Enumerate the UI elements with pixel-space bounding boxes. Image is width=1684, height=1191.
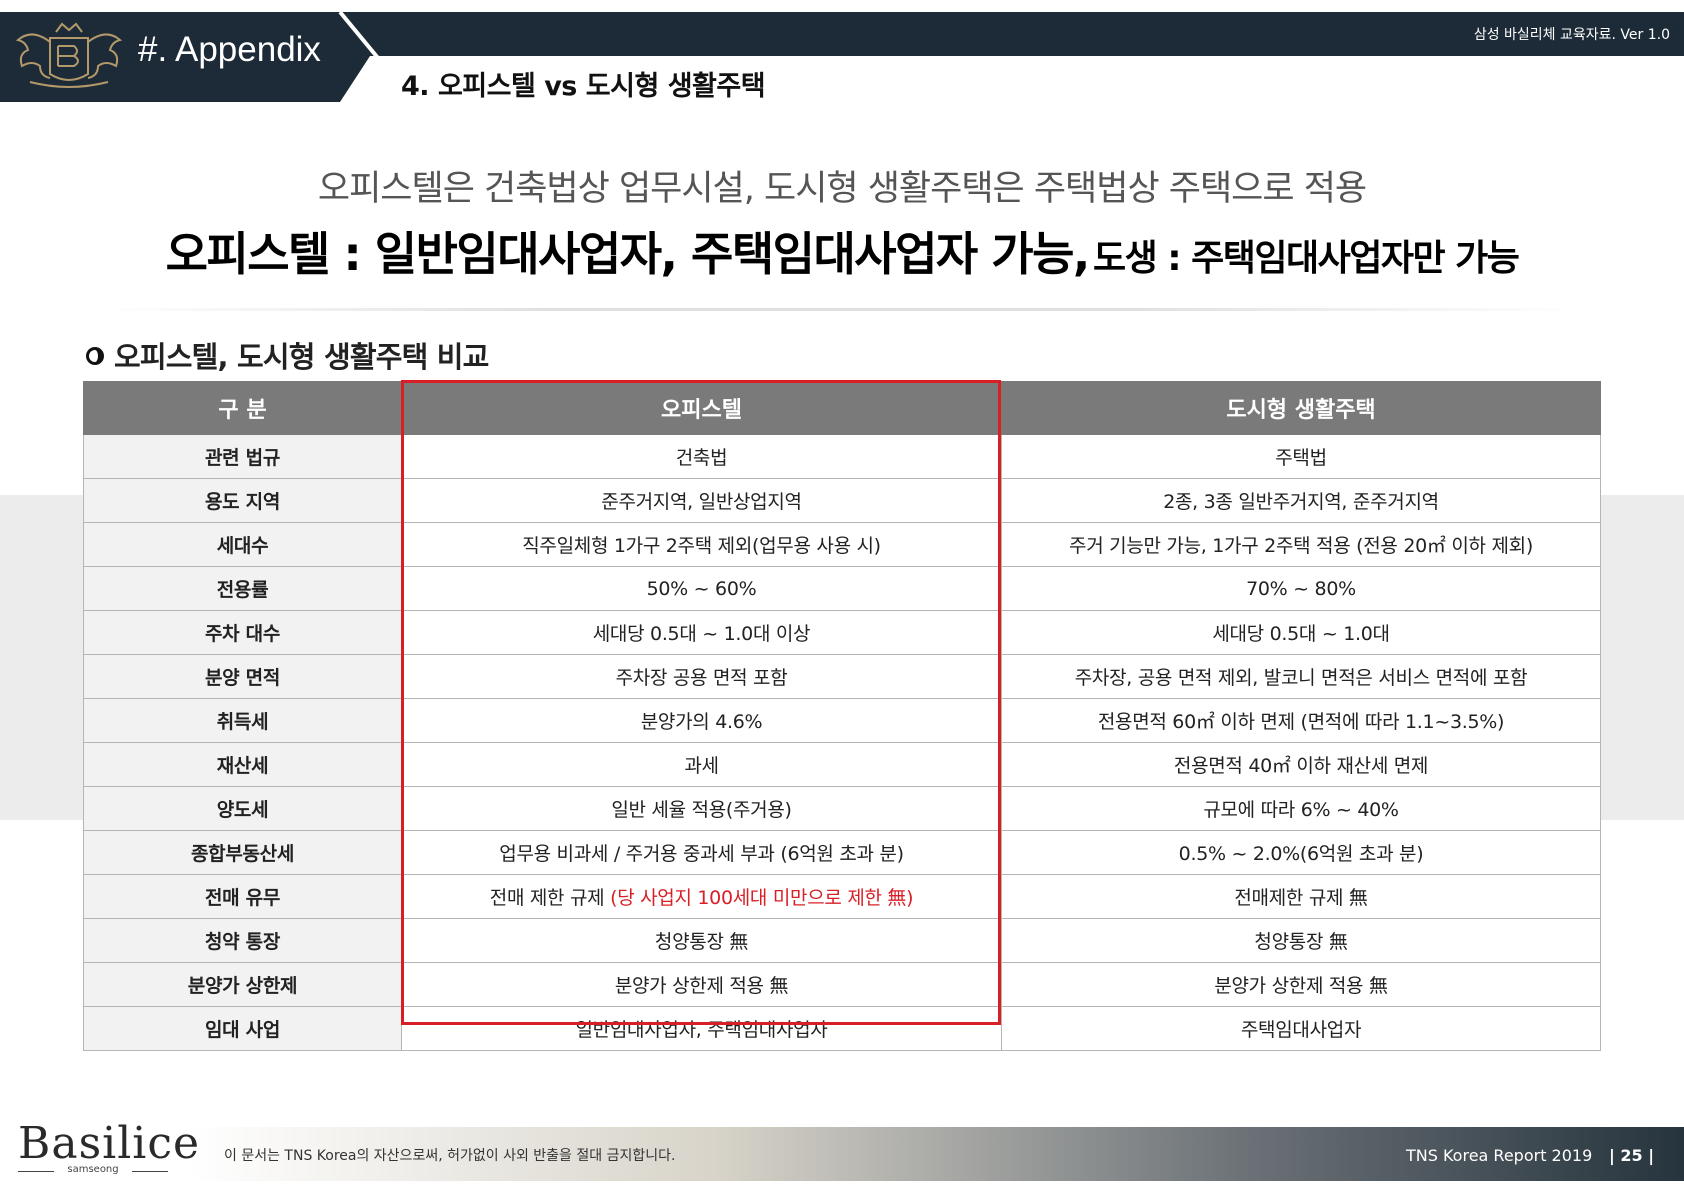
officetel-cell: 세대당 0.5대 ~ 1.0대 이상 [401,610,1002,655]
urban-housing-cell: 세대당 0.5대 ~ 1.0대 [1001,610,1601,655]
report-label: TNS Korea Report 2019 [1406,1146,1593,1165]
row-label: 취득세 [83,698,402,743]
header-officetel: 오피스텔 [401,381,1002,435]
row-label: 관련 법규 [83,434,402,479]
officetel-cell: 분양가 상한제 적용 無 [401,962,1002,1007]
table-row: 주차 대수 세대당 0.5대 ~ 1.0대 이상 세대당 0.5대 ~ 1.0대 [83,610,1601,655]
row-label: 청약 통장 [83,918,402,963]
headline-line1: 오피스텔은 건축법상 업무시설, 도시형 생활주택은 주택법상 주택으로 적용 [317,169,1367,209]
urban-housing-cell: 주거 기능만 가능, 1가구 2주택 적용 (전용 20㎡ 이하 제회) [1001,522,1601,567]
urban-housing-cell: 분양가 상한제 적용 無 [1001,962,1601,1007]
disclaimer: 이 문서는 TNS Korea의 자산으로써, 허가없이 사외 반출을 절대 금… [224,1148,676,1164]
row-label: 재산세 [83,742,402,787]
row-label: 분양 면적 [83,654,402,699]
row-label: 주차 대수 [83,610,402,655]
table-row: 전매 유무 전매 제한 규제 (당 사업지 100세대 미만으로 제한 無) 전… [83,874,1601,919]
page-number: | 25 | [1609,1146,1655,1165]
urban-housing-cell: 0.5% ~ 2.0%(6억원 초과 분) [1001,830,1601,875]
table-row: 세대수 직주일체형 1가구 2주택 제외(업무용 사용 시) 주거 기능만 가능… [83,522,1601,567]
officetel-cell: 전매 제한 규제 (당 사업지 100세대 미만으로 제한 無) [401,874,1002,919]
comparison-table: 구 분 오피스텔 도시형 생활주택 관련 법규 건축법 주택법 용도 지역 준주… [83,381,1601,1051]
row-label: 전용률 [83,566,402,611]
header-category: 구 분 [83,381,402,435]
officetel-cell: 직주일체형 1가구 2주택 제외(업무용 사용 시) [401,522,1002,567]
headline-main: 오피스텔 : 일반임대사업자, 주택임대사업자 가능, [165,227,1091,281]
headline-sub: 도생 : 주택임대사업자만 가능 [1092,238,1520,279]
table-row: 분양가 상한제 분양가 상한제 적용 無 분양가 상한제 적용 無 [83,962,1601,1007]
table-row: 임대 사업 일반임대사업자, 주택임대사업자 주택임대사업자 [83,1006,1601,1051]
table-row: 분양 면적 주차장 공용 면적 포함 주차장, 공용 면적 제외, 발코니 면적… [83,654,1601,699]
row-label: 임대 사업 [83,1006,402,1051]
circle-bullet-icon [86,347,104,365]
subheading-text: 오피스텔, 도시형 생활주택 비교 [114,340,489,374]
urban-housing-cell: 청양통장 無 [1001,918,1601,963]
urban-housing-cell: 2종, 3종 일반주거지역, 준주거지역 [1001,478,1601,523]
table-row: 청약 통장 청양통장 無 청양통장 無 [83,918,1601,963]
crest-logo [15,22,123,88]
officetel-cell: 분양가의 4.6% [401,698,1002,743]
officetel-cell: 주차장 공용 면적 포함 [401,654,1002,699]
row-label: 세대수 [83,522,402,567]
header-urban-housing: 도시형 생활주택 [1001,381,1601,435]
officetel-cell: 50% ~ 60% [401,566,1002,611]
urban-housing-cell: 전용면적 40㎡ 이하 재산세 면제 [1001,742,1601,787]
officetel-cell: 건축법 [401,434,1002,479]
officetel-cell: 일반임대사업자, 주택임대사업자 [401,1006,1002,1051]
table-row: 용도 지역 준주거지역, 일반상업지역 2종, 3종 일반주거지역, 준주거지역 [83,478,1601,523]
row-label: 전매 유무 [83,874,402,919]
officetel-cell: 청양통장 無 [401,918,1002,963]
brand-sub: samseong [18,1164,168,1175]
row-label: 분양가 상한제 [83,962,402,1007]
row-label: 용도 지역 [83,478,402,523]
brand-logo: Basilice [18,1118,201,1169]
section-title: 4. 오피스텔 vs 도시형 생활주택 [401,71,766,102]
subheading: 오피스텔, 도시형 생활주택 비교 [86,334,489,376]
table-header-row: 구 분 오피스텔 도시형 생활주택 [83,381,1601,435]
urban-housing-cell: 주택법 [1001,434,1601,479]
officetel-note: (당 사업지 100세대 미만으로 제한 無) [610,887,914,909]
officetel-cell: 일반 세율 적용(주거용) [401,786,1002,831]
headline-line2: 오피스텔 : 일반임대사업자, 주택임대사업자 가능, 도생 : 주택임대사업자… [0,218,1684,284]
urban-housing-cell: 전매제한 규제 無 [1001,874,1601,919]
officetel-cell: 업무용 비과세 / 주거용 중과세 부과 (6억원 초과 분) [401,830,1002,875]
officetel-cell-text: 전매 제한 규제 [489,887,605,909]
table-row: 전용률 50% ~ 60% 70% ~ 80% [83,566,1601,611]
appendix-title: #. Appendix [138,30,321,69]
divider [100,308,1584,311]
table-row: 양도세 일반 세율 적용(주거용) 규모에 따라 6% ~ 40% [83,786,1601,831]
officetel-cell: 과세 [401,742,1002,787]
urban-housing-cell: 70% ~ 80% [1001,566,1601,611]
row-label: 양도세 [83,786,402,831]
urban-housing-cell: 규모에 따라 6% ~ 40% [1001,786,1601,831]
row-label: 종합부동산세 [83,830,402,875]
table-row: 재산세 과세 전용면적 40㎡ 이하 재산세 면제 [83,742,1601,787]
officetel-cell: 준주거지역, 일반상업지역 [401,478,1002,523]
urban-housing-cell: 주차장, 공용 면적 제외, 발코니 면적은 서비스 면적에 포함 [1001,654,1601,699]
table-row: 관련 법규 건축법 주택법 [83,434,1601,479]
urban-housing-cell: 주택임대사업자 [1001,1006,1601,1051]
urban-housing-cell: 전용면적 60㎡ 이하 면제 (면적에 따라 1.1~3.5%) [1001,698,1601,743]
version-label: 삼성 바실리체 교육자료. Ver 1.0 [1473,27,1670,43]
table-row: 종합부동산세 업무용 비과세 / 주거용 중과세 부과 (6억원 초과 분) 0… [83,830,1601,875]
table-row: 취득세 분양가의 4.6% 전용면적 60㎡ 이하 면제 (면적에 따라 1.1… [83,698,1601,743]
